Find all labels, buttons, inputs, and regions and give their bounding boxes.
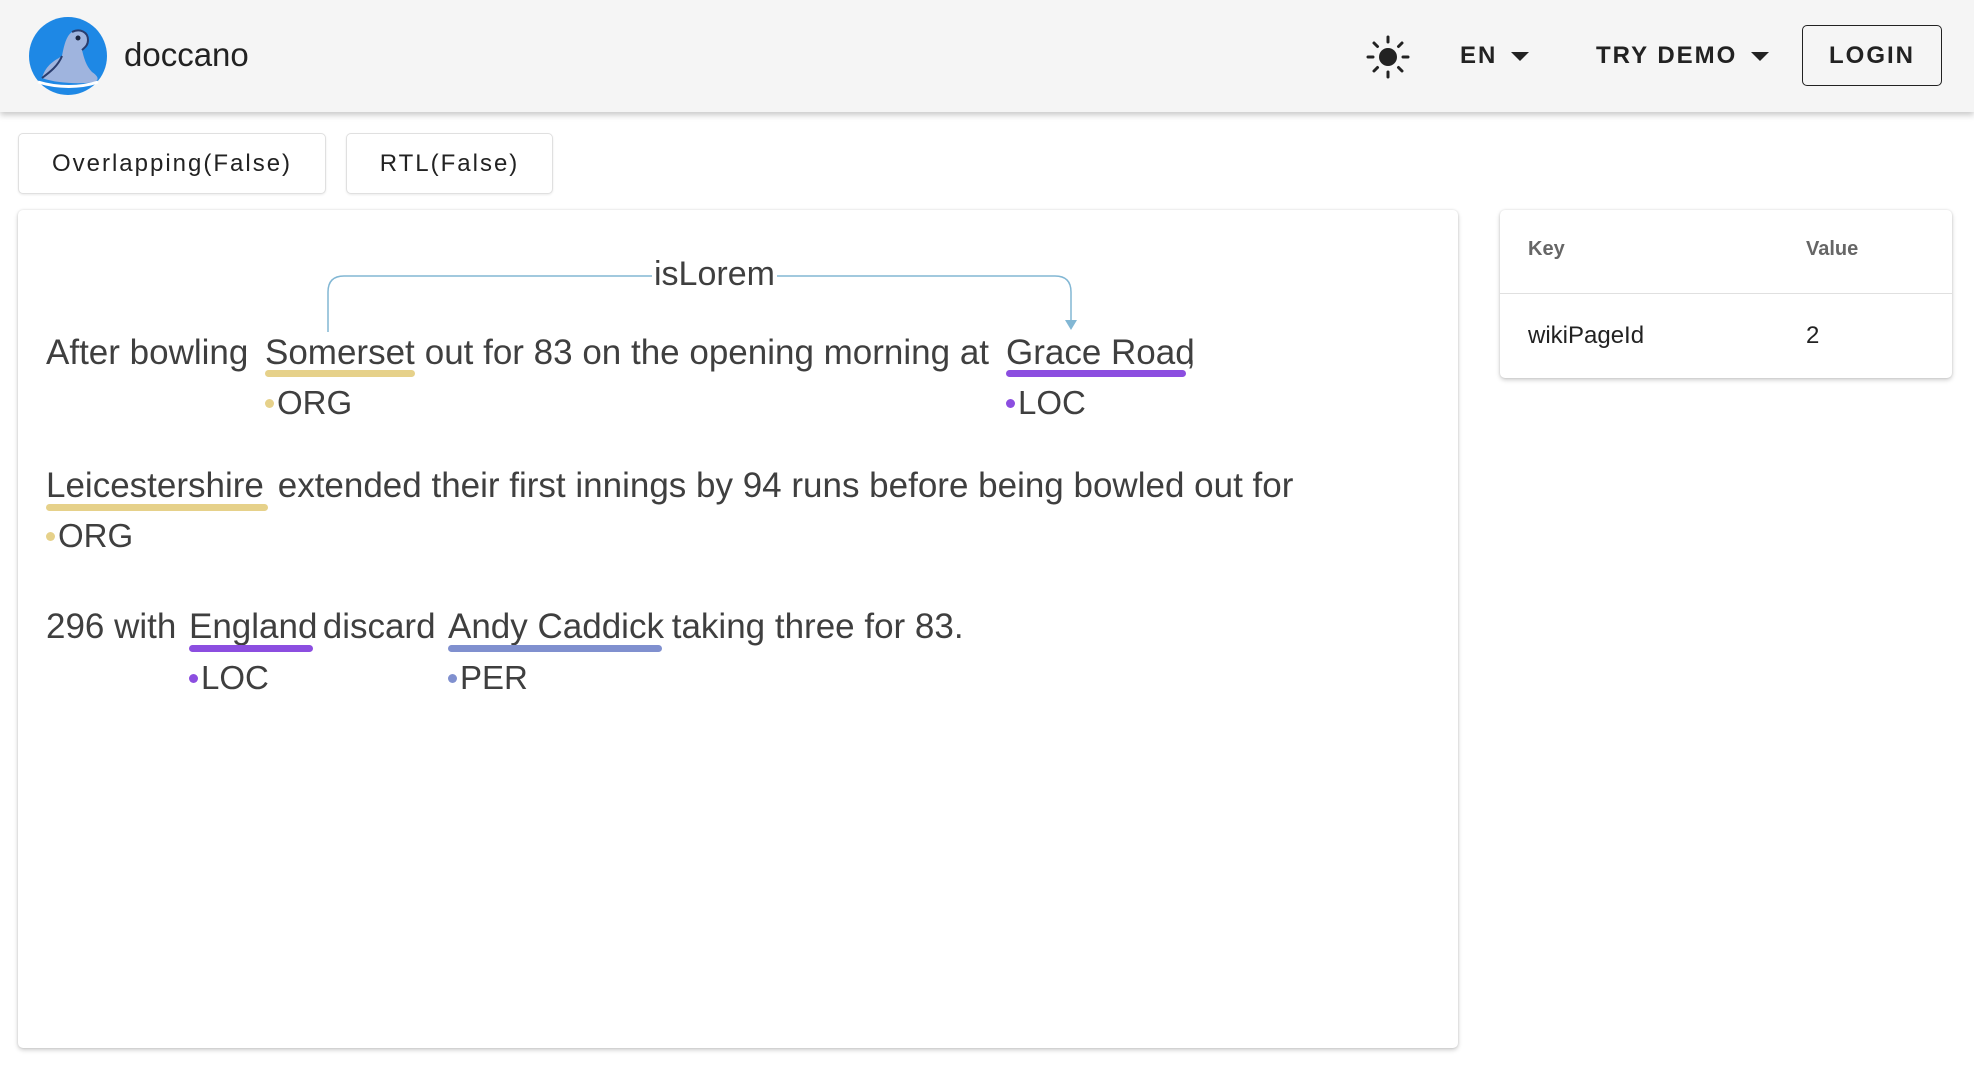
text-segment: , [1186, 333, 1196, 372]
entity-underline[interactable] [265, 370, 415, 377]
overlapping-toggle-button[interactable]: Overlapping(False) [18, 133, 326, 194]
language-menu[interactable]: EN [1460, 28, 1530, 84]
entity-span[interactable]: Andy Caddick [448, 606, 664, 648]
login-button[interactable]: LOGIN [1802, 25, 1942, 86]
table-cell-value: 2 [1806, 322, 1820, 349]
text-segment: extended their first innings by 94 runs … [268, 466, 1294, 505]
chevron-down-icon [1751, 51, 1770, 61]
text-segment: After bowling [46, 333, 259, 372]
metadata-table: Key Value wikiPageId 2 [1500, 210, 1952, 378]
entity-underline[interactable] [448, 645, 662, 652]
relation-label[interactable]: isLorem [652, 254, 777, 294]
label-dot [189, 674, 198, 683]
entity-underline[interactable] [189, 645, 313, 652]
annotation-card: isLorem After bowling Somerset out for 8… [18, 210, 1458, 1048]
entity-label[interactable]: LOC [201, 658, 269, 698]
entity-span[interactable]: England [189, 606, 317, 648]
try-demo-label: TRY DEMO [1596, 42, 1738, 69]
entity-underline[interactable] [1006, 370, 1186, 377]
seal-logo-icon[interactable] [28, 16, 108, 96]
entity-span[interactable]: Leicestershire [46, 465, 264, 507]
text-segment: out for 83 on the opening morning at [415, 333, 999, 372]
entity-label[interactable]: LOC [1018, 383, 1086, 423]
try-demo-menu[interactable]: TRY DEMO [1596, 28, 1770, 84]
label-dot [46, 532, 55, 541]
app-bar: doccano EN TRY DEMO LOGIN [0, 0, 1974, 112]
rtl-toggle-button[interactable]: RTL(False) [346, 133, 553, 194]
entity-label[interactable]: ORG [277, 383, 352, 423]
entity-span[interactable]: Somerset [265, 332, 415, 374]
chevron-down-icon [1511, 51, 1530, 61]
label-dot [1006, 399, 1015, 408]
key-column-header[interactable]: Key [1528, 238, 1565, 261]
brand-name[interactable]: doccano [124, 30, 249, 80]
label-dot [265, 399, 274, 408]
language-label: EN [1460, 42, 1498, 69]
text-segment: taking three for 83. [662, 607, 964, 646]
label-dot [448, 674, 457, 683]
entity-label[interactable]: ORG [58, 516, 133, 556]
text-segment: discard [313, 607, 446, 646]
entity-underline[interactable] [46, 504, 268, 511]
table-cell-key: wikiPageId [1528, 322, 1645, 349]
value-column-header[interactable]: Value [1806, 238, 1858, 261]
entity-span[interactable]: Grace Road [1006, 332, 1195, 374]
text-segment: 296 with [46, 607, 187, 646]
table-divider [1500, 293, 1952, 294]
sun-icon[interactable] [1364, 33, 1412, 81]
entity-label[interactable]: PER [460, 658, 528, 698]
